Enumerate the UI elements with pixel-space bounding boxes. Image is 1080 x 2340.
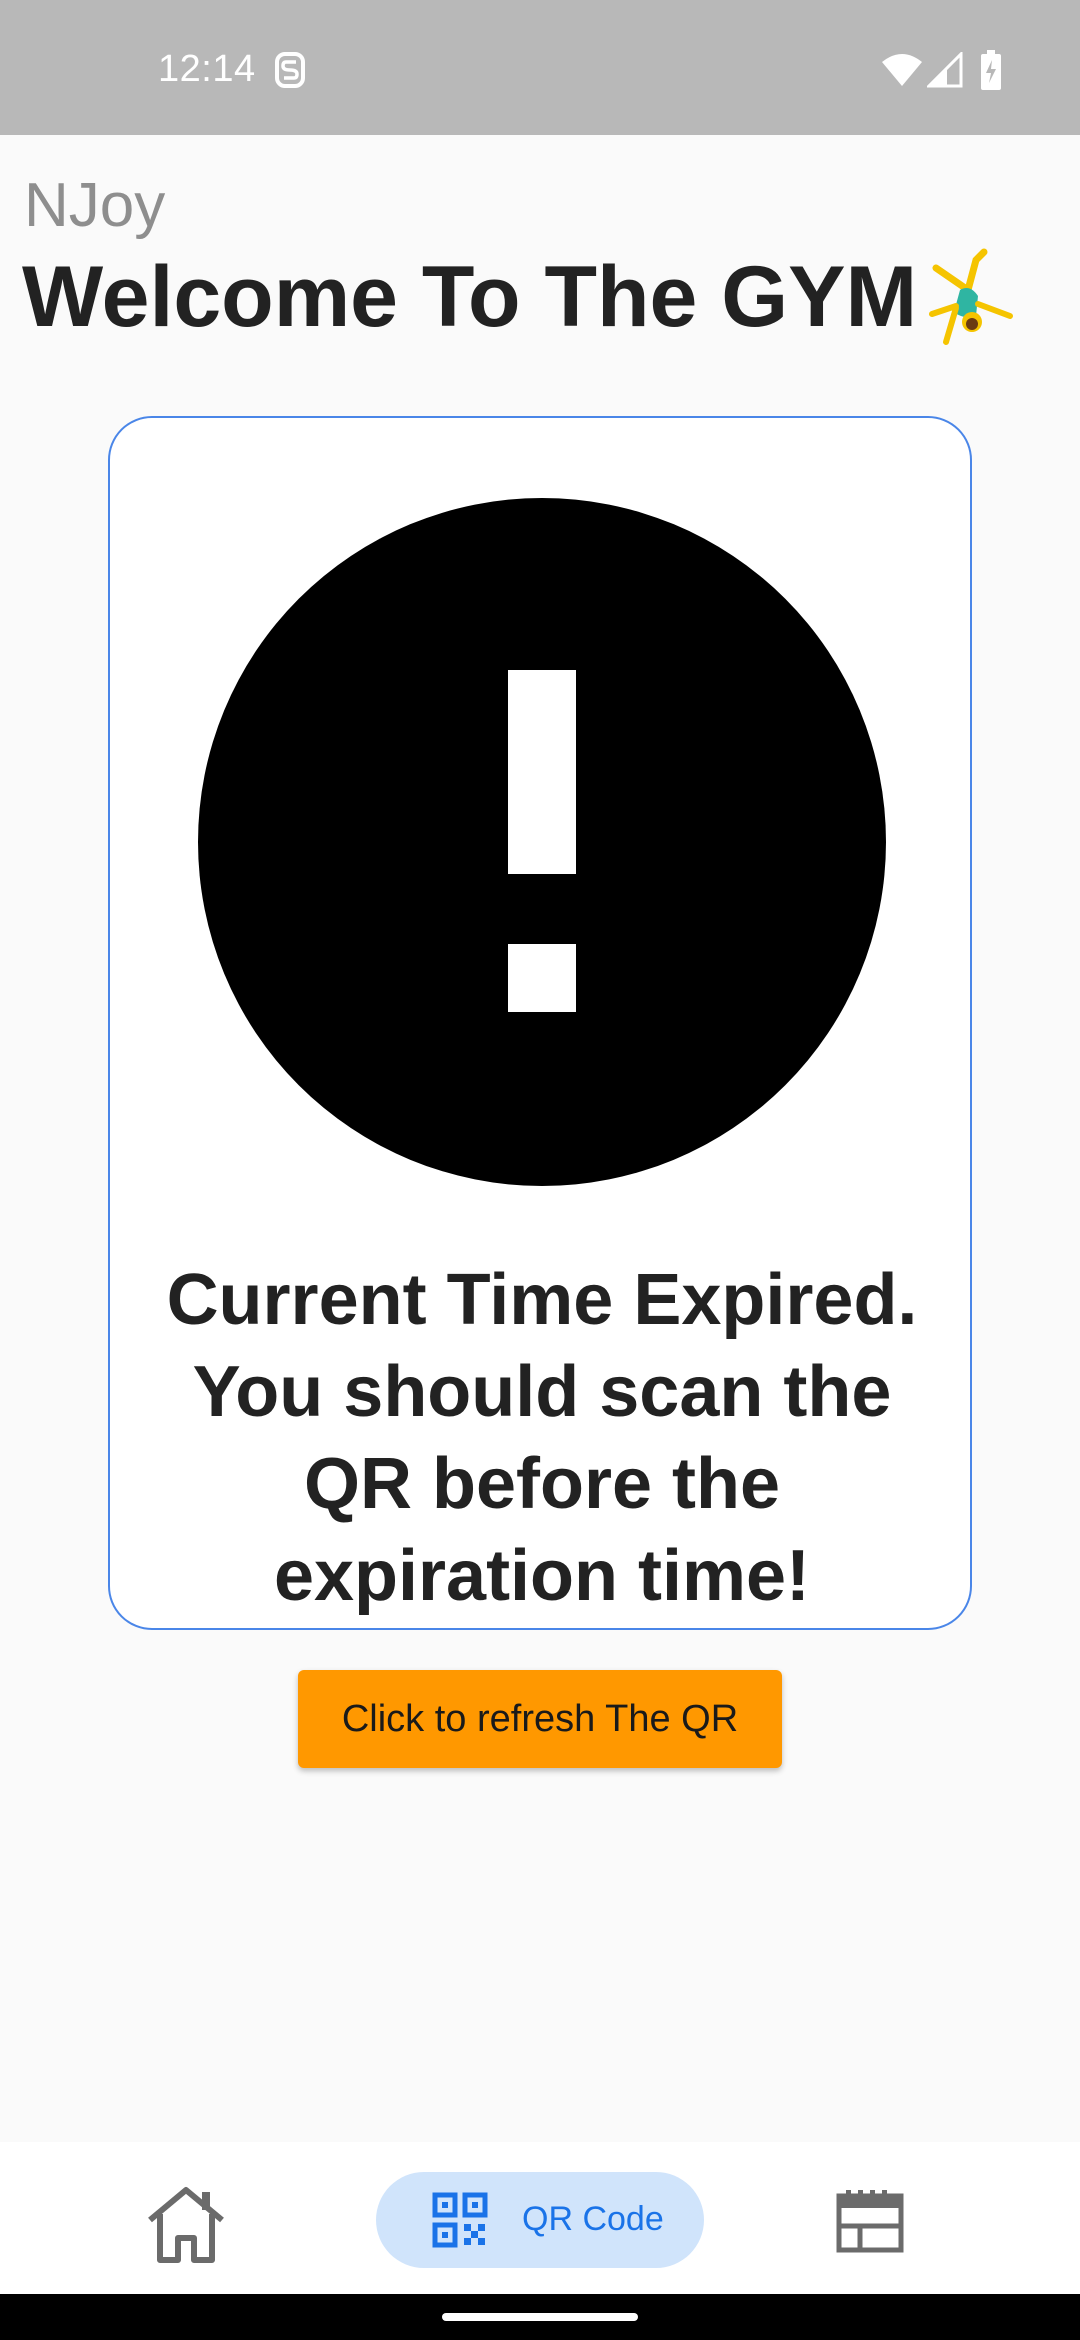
status-time: 12:14 [158, 48, 256, 90]
status-bar: 12:14 [0, 0, 1080, 135]
s-notification-icon [275, 52, 305, 88]
app-name: NJoy [24, 171, 166, 240]
signal-icon [927, 52, 963, 88]
qr-code-icon [432, 2192, 488, 2248]
system-gesture-bar [0, 2294, 1080, 2340]
nav-item-schedule[interactable] [836, 2190, 904, 2254]
warning-exclamation-icon [198, 498, 886, 1186]
wifi-icon [882, 54, 922, 86]
expired-card: Current Time Expired. You should scan th… [108, 416, 972, 1630]
cartwheel-person-icon [929, 248, 1013, 345]
page-title: Welcome To The GYM [22, 249, 918, 345]
expired-message: Current Time Expired. You should scan th… [166, 1260, 918, 1616]
nav-item-qr-code[interactable]: QR Code [376, 2172, 704, 2268]
refresh-qr-button[interactable]: Click to refresh The QR [298, 1670, 782, 1768]
bottom-nav: QR Code [0, 2142, 1080, 2294]
battery-charging-icon [981, 50, 1001, 90]
gesture-handle[interactable] [442, 2313, 638, 2321]
schedule-icon [836, 2190, 904, 2253]
nav-qr-code-label: QR Code [522, 2200, 664, 2238]
home-icon [148, 2187, 224, 2263]
nav-item-home[interactable] [136, 2184, 236, 2264]
